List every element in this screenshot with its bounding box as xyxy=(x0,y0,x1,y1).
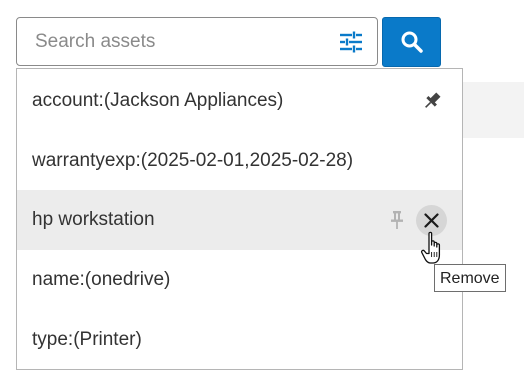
list-item-hovered[interactable]: hp workstation xyxy=(17,190,462,250)
suggestion-label: warrantyexp:(2025-02-01,2025-02-28) xyxy=(32,150,354,171)
remove-button[interactable] xyxy=(416,205,447,236)
suggestion-label: account:(Jackson Appliances) xyxy=(32,90,284,111)
magnifier-icon xyxy=(401,31,423,53)
suggestion-label: type:(Printer) xyxy=(32,329,142,350)
suggestions-dropdown: account:(Jackson Appliances) warrantyexp… xyxy=(16,68,463,370)
suggestion-label: hp workstation xyxy=(32,209,155,230)
list-item[interactable]: type:(Printer) xyxy=(17,310,462,370)
sliders-icon[interactable] xyxy=(339,31,363,53)
remove-tooltip: Remove xyxy=(434,264,506,292)
search-input[interactable] xyxy=(17,18,327,65)
page: account:(Jackson Appliances) warrantyexp… xyxy=(0,0,524,387)
list-item[interactable]: warrantyexp:(2025-02-01,2025-02-28) xyxy=(17,131,462,191)
close-icon xyxy=(424,213,439,228)
search-box xyxy=(16,17,378,66)
search-button[interactable] xyxy=(382,17,441,67)
pin-icon[interactable] xyxy=(387,210,407,230)
list-item[interactable]: name:(onedrive) xyxy=(17,250,462,310)
pin-icon[interactable] xyxy=(422,91,442,111)
background-panel xyxy=(462,82,524,138)
suggestion-label: name:(onedrive) xyxy=(32,269,171,290)
list-item[interactable]: account:(Jackson Appliances) xyxy=(17,71,462,131)
